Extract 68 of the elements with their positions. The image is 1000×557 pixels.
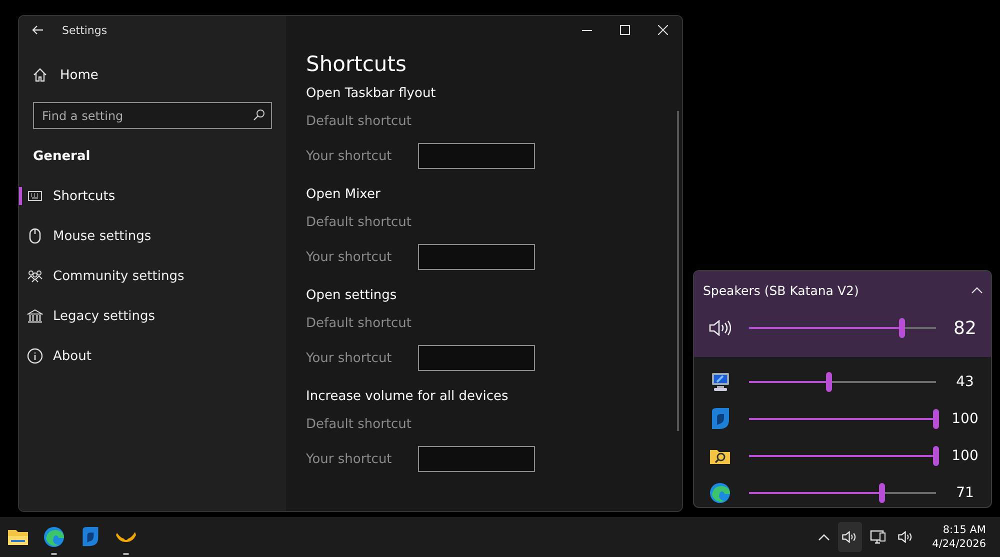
- info-icon: [27, 348, 43, 364]
- slider-thumb[interactable]: [899, 318, 906, 338]
- slider-thumb[interactable]: [933, 446, 939, 466]
- default-shortcut-label: Default shortcut: [306, 314, 413, 332]
- clock-time[interactable]: 8:15 AM: [942, 523, 986, 537]
- shortcut-title: Open Taskbar flyout: [306, 84, 437, 102]
- page-title: Shortcuts: [306, 52, 408, 76]
- volume-reading: 82: [952, 318, 978, 338]
- volume-slider[interactable]: [746, 317, 939, 339]
- browser-icon[interactable]: [43, 526, 65, 548]
- app-icon: [709, 406, 731, 430]
- nav-item[interactable]: About: [19, 336, 286, 376]
- home-icon: [33, 68, 47, 82]
- maximize-icon[interactable]: [620, 25, 630, 35]
- volume-slider[interactable]: [746, 408, 939, 430]
- speaker-icon[interactable]: [898, 531, 914, 543]
- home-link[interactable]: Home: [19, 62, 286, 88]
- nav-item[interactable]: Shortcuts: [19, 176, 286, 216]
- chevron-up-icon[interactable]: [971, 286, 983, 294]
- speaker-icon: [842, 531, 858, 543]
- slider-thumb[interactable]: [933, 408, 939, 428]
- nav-item[interactable]: Community settings: [19, 256, 286, 296]
- search-icon[interactable]: [253, 109, 265, 121]
- volume-reading: 100: [950, 410, 980, 426]
- section-heading: General: [33, 149, 92, 164]
- device-name: Speakers (SB Katana V2): [703, 282, 859, 298]
- window-title: Settings: [62, 24, 108, 36]
- network-icon[interactable]: [870, 530, 886, 544]
- shortcut-field[interactable]: [418, 446, 535, 472]
- shortcut-label: Your shortcut: [306, 250, 393, 264]
- clock-date[interactable]: 4/24/2026: [932, 537, 986, 551]
- folder-icon[interactable]: [7, 528, 29, 546]
- volume-reading: 71: [955, 484, 975, 500]
- mouse-icon: [29, 228, 41, 244]
- shortcut-title: Open Mixer: [306, 186, 382, 204]
- browser-icon: [709, 482, 731, 504]
- chevron-up-icon[interactable]: [818, 534, 830, 540]
- speaker-icon[interactable]: [709, 320, 731, 336]
- back-icon[interactable]: [32, 25, 44, 35]
- volume-reading: 100: [950, 448, 980, 464]
- shortcut-title: Increase volume for all devices: [306, 388, 510, 406]
- volume-reading: 43: [955, 374, 975, 390]
- shortcut-field[interactable]: [418, 143, 535, 169]
- close-icon[interactable]: [658, 25, 668, 35]
- scrollbar[interactable]: [677, 111, 679, 431]
- volume-slider[interactable]: [746, 370, 939, 392]
- default-shortcut-label: Default shortcut: [306, 112, 413, 130]
- nav-item[interactable]: Mouse settings: [19, 216, 286, 256]
- default-shortcut-label: Default shortcut: [306, 214, 413, 232]
- nav-item[interactable]: Legacy settings: [19, 296, 286, 336]
- monitor-icon: [709, 372, 731, 392]
- bank-icon: [27, 308, 43, 324]
- volume-slider[interactable]: [746, 482, 939, 504]
- slider-thumb[interactable]: [826, 372, 832, 392]
- people-icon: [27, 269, 43, 283]
- volume-slider[interactable]: [746, 444, 939, 466]
- shortcut-field[interactable]: [418, 244, 535, 270]
- shortcut-label: Your shortcut: [306, 350, 393, 366]
- shortcut-label: Your shortcut: [306, 148, 393, 164]
- slider-thumb[interactable]: [878, 482, 885, 502]
- shortcut-field[interactable]: [418, 345, 535, 371]
- default-shortcut-label: Default shortcut: [306, 416, 413, 434]
- volume-tray-button[interactable]: [838, 522, 862, 552]
- shortcut-label: Your shortcut: [306, 452, 393, 466]
- app-icon[interactable]: [80, 526, 100, 548]
- keyboard-icon: [28, 191, 42, 201]
- search-field[interactable]: Find a setting: [33, 102, 272, 129]
- shortcut-title: Open settings: [306, 286, 398, 304]
